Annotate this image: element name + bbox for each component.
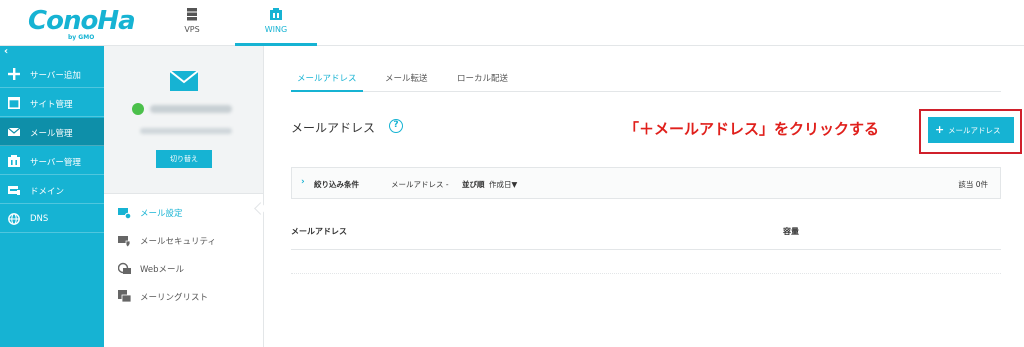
account-card: 切り替え <box>104 46 263 194</box>
column-header-capacity: 容量 <box>783 227 799 236</box>
subnav-item-mailing-list[interactable]: メーリングリスト <box>104 282 263 310</box>
sidebar-item-add-server[interactable]: サーバー追加 <box>0 60 104 88</box>
result-count: 該当 0件 <box>958 180 988 189</box>
mail-gear-icon <box>118 208 131 219</box>
subnav-item-label: メーリングリスト <box>140 293 209 303</box>
plus-icon: + <box>935 123 945 136</box>
chevron-right-icon[interactable]: › <box>301 177 305 187</box>
chevron-left-icon[interactable]: ‹ <box>4 46 8 57</box>
subnav-item-label: メール設定 <box>140 209 183 219</box>
tab-label: ローカル配送 <box>457 74 509 84</box>
domain-icon <box>8 186 20 195</box>
add-button-label: メールアドレス <box>948 126 1001 135</box>
filter-label: 絞り込み条件 <box>314 180 359 189</box>
sidebar-item-domain[interactable]: ドメイン <box>0 176 104 204</box>
server-icon <box>187 8 197 21</box>
tab-mail-address[interactable]: メールアドレス <box>291 68 363 92</box>
envelope-icon <box>8 127 20 136</box>
main-content: メールアドレス メール転送 ローカル配送 メールアドレス ? 「＋メールアドレス… <box>265 46 1024 347</box>
conoha-logo[interactable]: ConoHa by GMO <box>28 6 136 41</box>
envelope-icon <box>170 71 198 91</box>
mail-subpanel: 切り替え メール設定 メールセキュリティ Webメール メーリングリスト <box>104 46 264 347</box>
filter-field-select[interactable]: メールアドレス - <box>391 179 449 190</box>
sidebar-item-label: サーバー追加 <box>30 71 81 81</box>
help-icon[interactable]: ? <box>389 119 403 133</box>
webmail-icon <box>118 262 131 274</box>
table-header: メールアドレス 容量 <box>291 218 1001 250</box>
main-sidebar: ‹ サーバー追加 サイト管理 メール管理 サーバー管理 ドメイン DNS <box>0 46 104 347</box>
mail-tabs: メールアドレス メール転送 ローカル配送 <box>291 68 1001 92</box>
switch-button[interactable]: 切り替え <box>156 150 212 168</box>
sidebar-item-label: メール管理 <box>30 129 73 139</box>
tab-vps-label: VPS <box>184 25 200 34</box>
column-header-address: メールアドレス <box>291 227 347 236</box>
sidebar-item-dns[interactable]: DNS <box>0 205 104 233</box>
top-header: ConoHa by GMO VPS WING <box>0 0 1024 46</box>
window-icon <box>8 97 20 109</box>
mail-shield-icon <box>118 236 131 247</box>
sidebar-item-label: ドメイン <box>30 187 65 197</box>
subnav-item-mail-security[interactable]: メールセキュリティ <box>104 226 263 254</box>
sort-label: 並び順 <box>462 180 485 189</box>
sidebar-item-label: サーバー管理 <box>30 158 81 168</box>
wing-icon <box>270 8 282 20</box>
logo-subtext: by GMO <box>68 34 95 41</box>
sidebar-item-label: DNS <box>30 214 49 224</box>
logo-text: ConoHa <box>28 6 136 36</box>
add-mail-address-button[interactable]: + メールアドレス <box>928 117 1014 143</box>
blurred-account-name <box>150 105 232 113</box>
subnav-item-label: Webメール <box>140 265 185 275</box>
filter-bar[interactable]: › 絞り込み条件 メールアドレス - 並び順 作成日▼ 該当 0件 <box>291 167 1001 199</box>
tab-mail-forward[interactable]: メール転送 <box>385 68 439 92</box>
subnav-item-webmail[interactable]: Webメール <box>104 254 263 282</box>
tab-vps[interactable]: VPS <box>151 0 233 46</box>
sidebar-item-site[interactable]: サイト管理 <box>0 89 104 117</box>
sidebar-item-label: サイト管理 <box>30 100 73 110</box>
tab-label: メール転送 <box>385 74 428 84</box>
table-empty-row <box>291 250 1001 274</box>
blurred-domain <box>140 128 232 134</box>
tab-wing-label: WING <box>264 25 288 34</box>
globe-icon <box>8 213 20 225</box>
mailing-list-icon <box>118 290 131 303</box>
subnav-item-label: メールセキュリティ <box>140 237 216 247</box>
instruction-annotation: 「＋メールアドレス」をクリックする <box>624 120 880 138</box>
plus-icon <box>8 68 20 80</box>
tab-local-delivery[interactable]: ローカル配送 <box>457 68 517 92</box>
subnav-item-mail-settings[interactable]: メール設定 <box>104 198 263 226</box>
page-title: メールアドレス <box>291 121 376 135</box>
server-stack-icon <box>8 155 20 167</box>
tab-label: メールアドレス <box>297 74 357 84</box>
status-indicator <box>132 103 144 115</box>
tab-wing[interactable]: WING <box>235 0 317 46</box>
sort-select[interactable]: 作成日▼ <box>489 179 517 190</box>
sidebar-item-mail[interactable]: メール管理 <box>0 118 104 146</box>
sidebar-item-server[interactable]: サーバー管理 <box>0 147 104 175</box>
